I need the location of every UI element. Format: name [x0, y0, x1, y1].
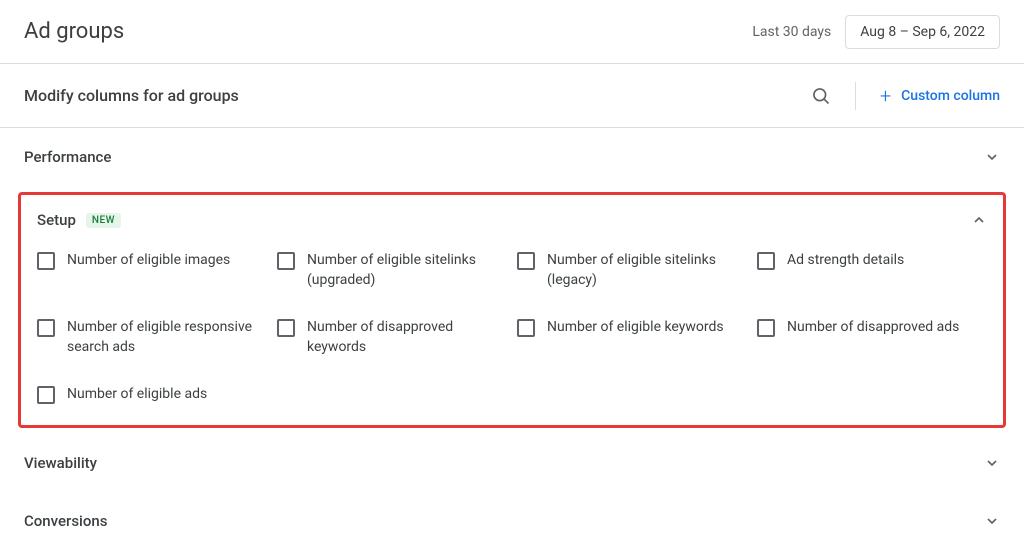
section-performance: Performance	[0, 128, 1024, 186]
section-title-viewability: Viewability	[24, 454, 97, 472]
column-option[interactable]: Number of eligible responsive search ads	[37, 318, 267, 357]
checkbox[interactable]	[277, 319, 295, 337]
date-range-area: Last 30 days Aug 8 – Sep 6, 2022	[752, 15, 1000, 49]
checkbox-label: Number of eligible sitelinks (upgraded)	[307, 251, 507, 290]
date-range-picker[interactable]: Aug 8 – Sep 6, 2022	[845, 15, 1000, 49]
checkbox[interactable]	[37, 319, 55, 337]
checkbox[interactable]	[37, 252, 55, 270]
checkbox-label: Number of eligible sitelinks (legacy)	[547, 251, 747, 290]
column-option[interactable]: Number of eligible ads	[37, 385, 267, 405]
checkbox[interactable]	[757, 252, 775, 270]
subheader-title: Modify columns for ad groups	[24, 86, 239, 105]
divider	[855, 82, 856, 110]
section-setup-highlighted: Setup NEW Number of eligible images Numb…	[18, 192, 1006, 428]
checkbox[interactable]	[277, 252, 295, 270]
checkbox-label: Number of disapproved keywords	[307, 318, 507, 357]
new-badge: NEW	[86, 213, 121, 228]
column-option[interactable]: Number of eligible sitelinks (upgraded)	[277, 251, 507, 290]
chevron-down-icon	[984, 149, 1000, 165]
content: Performance Setup NEW Number of eligible…	[0, 128, 1024, 550]
column-option[interactable]: Ad strength details	[757, 251, 987, 290]
column-option[interactable]: Number of eligible keywords	[517, 318, 747, 357]
section-conversions: Conversions	[0, 492, 1024, 550]
checkbox-label: Number of eligible responsive search ads	[67, 318, 267, 357]
plus-icon: +	[880, 84, 891, 108]
section-header-conversions[interactable]: Conversions	[24, 512, 1000, 530]
subheader-actions: + Custom column	[811, 82, 1000, 110]
checkbox[interactable]	[517, 252, 535, 270]
section-title-conversions: Conversions	[24, 512, 107, 530]
top-header: Ad groups Last 30 days Aug 8 – Sep 6, 20…	[0, 0, 1024, 64]
checkbox-label: Number of disapproved ads	[787, 318, 959, 338]
page-title: Ad groups	[24, 19, 124, 44]
column-option[interactable]: Number of disapproved ads	[757, 318, 987, 357]
checkbox[interactable]	[757, 319, 775, 337]
subheader: Modify columns for ad groups + Custom co…	[0, 64, 1024, 128]
setup-columns-grid: Number of eligible images Number of elig…	[27, 243, 997, 405]
section-header-performance[interactable]: Performance	[24, 148, 1000, 166]
section-title-setup: Setup NEW	[37, 211, 121, 229]
checkbox[interactable]	[37, 386, 55, 404]
checkbox-label: Number of eligible ads	[67, 385, 207, 405]
setup-title-text: Setup	[37, 211, 76, 229]
date-range-label: Last 30 days	[752, 24, 831, 40]
checkbox-label: Number of eligible images	[67, 251, 230, 271]
search-icon[interactable]	[811, 86, 831, 106]
chevron-down-icon	[984, 513, 1000, 529]
section-title-performance: Performance	[24, 148, 111, 166]
chevron-up-icon	[971, 212, 987, 228]
column-option[interactable]: Number of eligible images	[37, 251, 267, 290]
checkbox[interactable]	[517, 319, 535, 337]
column-option[interactable]: Number of disapproved keywords	[277, 318, 507, 357]
checkbox-label: Ad strength details	[787, 251, 904, 271]
section-viewability: Viewability	[0, 434, 1024, 492]
section-header-setup[interactable]: Setup NEW	[27, 211, 997, 243]
chevron-down-icon	[984, 455, 1000, 471]
column-option[interactable]: Number of eligible sitelinks (legacy)	[517, 251, 747, 290]
checkbox-label: Number of eligible keywords	[547, 318, 724, 338]
date-range-value: Aug 8 – Sep 6, 2022	[860, 24, 985, 40]
section-header-viewability[interactable]: Viewability	[24, 454, 1000, 472]
custom-column-label: Custom column	[901, 88, 1000, 104]
custom-column-button[interactable]: + Custom column	[880, 84, 1000, 108]
